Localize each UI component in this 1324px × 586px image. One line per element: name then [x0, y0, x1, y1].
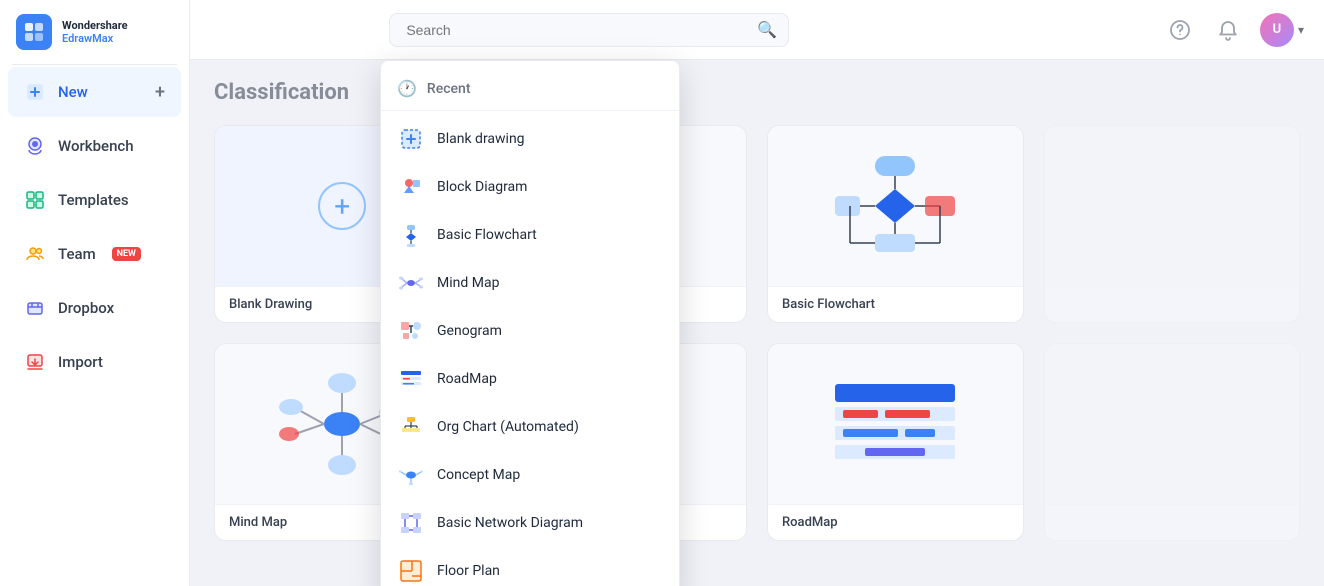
- blank-plus-icon: +: [318, 182, 366, 230]
- extra-card2[interactable]: [1044, 343, 1301, 541]
- sidebar-item-templates-label: Templates: [58, 191, 129, 209]
- add-icon[interactable]: +: [155, 82, 165, 103]
- help-icon[interactable]: [1164, 14, 1196, 46]
- sidebar-item-import-label: Import: [58, 353, 103, 371]
- dropdown-item-blank[interactable]: Blank drawing: [381, 115, 679, 163]
- sidebar-item-team[interactable]: Team NEW: [8, 229, 181, 279]
- sidebar-item-new[interactable]: New +: [8, 67, 181, 117]
- dropdown-item-conceptmap[interactable]: Concept Map: [381, 451, 679, 499]
- topbar: 🔍 U ▾: [190, 0, 1324, 60]
- dropdown-mindmap-label: Mind Map: [437, 275, 499, 291]
- team-badge: NEW: [112, 247, 141, 261]
- avatar-wrapper[interactable]: U ▾: [1260, 13, 1304, 47]
- dropdown-item-block[interactable]: Block Diagram: [381, 163, 679, 211]
- genogram-menu-icon: [397, 317, 425, 345]
- flowchart-menu-icon: [397, 221, 425, 249]
- flowchart-label: Basic Flowchart: [768, 286, 1023, 322]
- dropdown-menu: 🕐 Recent Blank drawing: [380, 60, 680, 586]
- dropdown-floorplan-label: Floor Plan: [437, 563, 500, 579]
- sidebar-item-workbench-label: Workbench: [58, 137, 134, 155]
- template-grid: + Blank Drawing Block Diagram: [214, 125, 1300, 323]
- search-icon: 🔍: [757, 20, 777, 39]
- floorplan-menu-icon: [397, 557, 425, 585]
- dropdown-genogram-label: Genogram: [437, 323, 502, 339]
- sidebar-item-workbench[interactable]: Workbench: [8, 121, 181, 171]
- dropdown-item-orgchart[interactable]: Org Chart (Automated): [381, 403, 679, 451]
- search-input[interactable]: [389, 13, 789, 47]
- notification-icon[interactable]: [1212, 14, 1244, 46]
- dropdown-item-roadmap[interactable]: RoadMap: [381, 355, 679, 403]
- flowchart-thumb: [768, 126, 1023, 286]
- sidebar: Wondershare EdrawMax New + Workbench: [0, 0, 190, 586]
- dropdown-network-label: Basic Network Diagram: [437, 515, 583, 531]
- roadmap-thumb: [768, 344, 1023, 504]
- extra-label: [1045, 286, 1300, 307]
- logo-text: Wondershare EdrawMax: [62, 19, 128, 45]
- workbench-icon: [24, 135, 46, 157]
- dropdown-conceptmap-label: Concept Map: [437, 467, 520, 483]
- sidebar-item-team-label: Team: [58, 245, 96, 263]
- dropbox-icon: [24, 297, 46, 319]
- template-grid-row2: Mind Map: [214, 343, 1300, 541]
- sidebar-item-dropbox[interactable]: Dropbox: [8, 283, 181, 333]
- sidebar-item-import[interactable]: Import: [8, 337, 181, 387]
- main-area: 🔍 U ▾ Classification: [190, 0, 1324, 586]
- section-title: Classification: [214, 80, 1300, 105]
- dropdown-item-network[interactable]: Basic Network Diagram: [381, 499, 679, 547]
- app-logo-icon: [16, 14, 52, 50]
- avatar: U: [1260, 13, 1294, 47]
- search-box: 🔍: [389, 13, 789, 47]
- import-icon: [24, 351, 46, 373]
- dropdown-item-mindmap[interactable]: Mind Map: [381, 259, 679, 307]
- dropdown-item-floorplan[interactable]: Floor Plan: [381, 547, 679, 586]
- dropdown-orgchart-label: Org Chart (Automated): [437, 419, 579, 435]
- dropdown-item-genogram[interactable]: Genogram: [381, 307, 679, 355]
- flowchart-card[interactable]: Basic Flowchart: [767, 125, 1024, 323]
- roadmap-label: RoadMap: [768, 504, 1023, 540]
- chevron-down-icon: ▾: [1298, 23, 1304, 37]
- extra-thumb: [1045, 126, 1300, 286]
- conceptmap-menu-icon: [397, 461, 425, 489]
- recent-clock-icon: 🕐: [397, 79, 417, 98]
- sidebar-divider: [12, 64, 177, 65]
- roadmap-card[interactable]: RoadMap: [767, 343, 1024, 541]
- dropdown-header-label: Recent: [427, 81, 471, 97]
- content-area: Classification + Blank Drawing: [190, 60, 1324, 586]
- sidebar-item-templates[interactable]: Templates: [8, 175, 181, 225]
- topbar-actions: U ▾: [1164, 13, 1304, 47]
- extra-label2: [1045, 504, 1300, 525]
- dropdown-flowchart-label: Basic Flowchart: [437, 227, 537, 243]
- sidebar-item-dropbox-label: Dropbox: [58, 299, 114, 317]
- extra-thumb2: [1045, 344, 1300, 504]
- new-icon: [24, 81, 46, 103]
- dropdown-item-flowchart[interactable]: Basic Flowchart: [381, 211, 679, 259]
- mindmap-menu-icon: [397, 269, 425, 297]
- dropdown-block-label: Block Diagram: [437, 179, 527, 195]
- block-diagram-menu-icon: [397, 173, 425, 201]
- sidebar-item-new-label: New: [58, 83, 88, 101]
- orgchart-menu-icon: [397, 413, 425, 441]
- dropdown-header: 🕐 Recent: [381, 69, 679, 106]
- roadmap-menu-icon: [397, 365, 425, 393]
- dropdown-divider: [381, 110, 679, 111]
- team-icon: [24, 243, 46, 265]
- blank-drawing-icon: [397, 125, 425, 153]
- extra-card[interactable]: [1044, 125, 1301, 323]
- dropdown-blank-label: Blank drawing: [437, 131, 525, 147]
- dropdown-roadmap-label: RoadMap: [437, 371, 497, 387]
- network-menu-icon: [397, 509, 425, 537]
- templates-icon: [24, 189, 46, 211]
- logo-area: Wondershare EdrawMax: [0, 0, 189, 64]
